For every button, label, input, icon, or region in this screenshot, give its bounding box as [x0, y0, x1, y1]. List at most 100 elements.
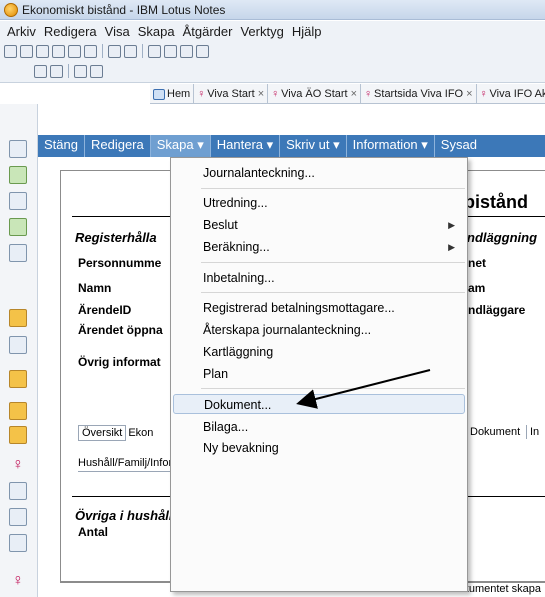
- menu-item-utredning[interactable]: Utredning...: [173, 193, 465, 213]
- section-ovriga-i-hushallet: Övriga i hushållet: [75, 508, 185, 523]
- menu-item-aterskapa-journalanteckning[interactable]: Återskapa journalanteckning...: [173, 320, 465, 340]
- action-bar: Stäng Redigera Skapa ▾ Hantera ▾ Skriv u…: [38, 135, 545, 157]
- database-icon[interactable]: [9, 336, 27, 354]
- menu-item-journalanteckning[interactable]: Journalanteckning...: [173, 163, 465, 183]
- contacts-icon[interactable]: [9, 192, 27, 210]
- sysad-button[interactable]: Sysad: [435, 135, 483, 157]
- edit-icon[interactable]: [84, 44, 97, 58]
- close-tab-icon[interactable]: ×: [466, 88, 472, 100]
- menu-item-bilaga[interactable]: Bilaga...: [173, 417, 465, 437]
- toolbar-divider: [68, 64, 69, 78]
- menu-redigera[interactable]: Redigera: [40, 24, 101, 39]
- menu-verktyg[interactable]: Verktyg: [236, 24, 287, 39]
- skapa-dropdown-menu: Journalanteckning... Utredning... Beslut…: [170, 157, 468, 592]
- menu-item-ny-bevakning[interactable]: Ny bevakning: [173, 438, 465, 458]
- search-icon[interactable]: [164, 44, 177, 58]
- binoculars-icon[interactable]: [148, 44, 161, 58]
- redigera-button[interactable]: Redigera: [85, 135, 151, 157]
- menu-item-label: Kartläggning: [203, 345, 274, 359]
- tab-dokument[interactable]: Dokument: [466, 425, 523, 439]
- document-title: bistånd: [464, 192, 529, 212]
- home-icon: [153, 88, 165, 100]
- envelope-icon[interactable]: [9, 534, 27, 552]
- section-handlaggning: ndläggning: [467, 230, 538, 245]
- menu-skapa[interactable]: Skapa: [134, 24, 179, 39]
- todo-icon[interactable]: [9, 218, 27, 236]
- refresh-icon[interactable]: [196, 44, 209, 58]
- menu-item-kartlaggning[interactable]: Kartläggning: [173, 342, 465, 362]
- mail-icon[interactable]: [9, 140, 27, 158]
- information-button[interactable]: Information ▾: [347, 135, 435, 157]
- document-tabs: Översikt Ekon: [78, 425, 153, 441]
- person-icon[interactable]: ♀: [9, 456, 27, 474]
- pen-icon[interactable]: [9, 482, 27, 500]
- close-tab-icon[interactable]: ×: [351, 88, 357, 100]
- menu-item-label: Beslut: [203, 218, 238, 232]
- tab-in[interactable]: In: [526, 425, 542, 439]
- person-icon: ♀: [197, 88, 206, 100]
- print-icon[interactable]: [20, 44, 33, 58]
- tab-label: Hem: [167, 88, 191, 100]
- submenu-arrow-icon: ▶: [448, 220, 455, 230]
- folder-icon[interactable]: [9, 426, 27, 444]
- person-icon: ♀: [479, 88, 488, 100]
- close-tab-icon[interactable]: ×: [258, 88, 264, 100]
- menu-separator: [201, 292, 465, 293]
- person-icon[interactable]: ♀: [9, 572, 27, 590]
- field-right-2: am: [468, 281, 486, 295]
- tab-strip: Hem ♀ Viva Start × ♀ Viva ÄO Start × ♀ S…: [150, 84, 545, 104]
- menu-item-label: Plan: [203, 367, 229, 381]
- menu-separator: [201, 388, 465, 389]
- tab-ekonomi[interactable]: Ekon: [128, 427, 153, 439]
- menu-item-inbetalning[interactable]: Inbetalning...: [173, 268, 465, 288]
- title-bar: Ekonomiskt bistånd - IBM Lotus Notes: [0, 0, 545, 20]
- menu-arkiv[interactable]: Arkiv: [3, 24, 40, 39]
- menu-item-label: Återskapa journalanteckning...: [203, 323, 372, 337]
- menu-item-plan[interactable]: Plan: [173, 364, 465, 384]
- spellcheck-icon[interactable]: [180, 44, 193, 58]
- person-icon: ♀: [364, 88, 373, 100]
- tab-viva-ifo-aktiva[interactable]: ♀ Viva IFO Aktiva: [477, 84, 545, 104]
- field-namn: Namn: [78, 281, 112, 295]
- skriv-ut-button[interactable]: Skriv ut ▾: [280, 135, 347, 157]
- attach-icon[interactable]: [108, 44, 121, 58]
- tab-oversikt[interactable]: Översikt: [78, 425, 127, 441]
- menu-atgarder[interactable]: Åtgärder: [179, 24, 237, 39]
- replication-icon[interactable]: [9, 244, 27, 262]
- tab-viva-ao-start[interactable]: ♀ Viva ÄO Start ×: [268, 84, 362, 104]
- zoom-icon[interactable]: [50, 64, 63, 78]
- calendar-icon[interactable]: [9, 166, 27, 184]
- users-icon[interactable]: [74, 64, 87, 78]
- menu-item-berakning[interactable]: Beräkning... ▶: [173, 237, 465, 257]
- window-title: Ekonomiskt bistånd - IBM Lotus Notes: [22, 3, 226, 17]
- menu-item-registrerad-betalningsmottagare[interactable]: Registrerad betalningsmottagare...: [173, 298, 465, 318]
- new-document-icon[interactable]: [4, 44, 17, 58]
- menu-visa[interactable]: Visa: [101, 24, 134, 39]
- field-arendet-oppnat: Ärendet öppna: [78, 323, 163, 337]
- tab-startsida-viva-ifo[interactable]: ♀ Startsida Viva IFO ×: [361, 84, 477, 104]
- bookmark-icon[interactable]: [52, 44, 65, 58]
- field-right-1: net: [468, 256, 486, 270]
- bookmark-rail: ♀ ♀: [0, 104, 38, 597]
- menu-item-beslut[interactable]: Beslut ▶: [173, 215, 465, 235]
- field-ovrig-information: Övrig informat: [78, 355, 161, 369]
- skapa-button[interactable]: Skapa ▾: [150, 135, 211, 157]
- calculator-icon[interactable]: [90, 64, 103, 78]
- stang-button[interactable]: Stäng: [38, 135, 85, 157]
- folder-icon[interactable]: [9, 370, 27, 388]
- link-icon[interactable]: [124, 44, 137, 58]
- forward-icon[interactable]: [68, 44, 81, 58]
- tab-viva-start[interactable]: ♀ Viva Start ×: [194, 84, 269, 104]
- search-small-icon[interactable]: [34, 64, 47, 78]
- menu-item-label: Utredning...: [203, 196, 268, 210]
- workspace-icon[interactable]: [9, 309, 27, 327]
- folder-icon[interactable]: [9, 402, 27, 420]
- field-handlaggare: ndläggare: [468, 303, 526, 317]
- menu-hjalp[interactable]: Hjälp: [288, 24, 326, 39]
- hantera-button[interactable]: Hantera ▾: [211, 135, 281, 157]
- menu-separator: [201, 262, 465, 263]
- group-icon[interactable]: [9, 508, 27, 526]
- stop-icon[interactable]: [36, 44, 49, 58]
- tab-hem[interactable]: Hem: [150, 84, 195, 104]
- menu-item-dokument[interactable]: Dokument...: [173, 394, 465, 414]
